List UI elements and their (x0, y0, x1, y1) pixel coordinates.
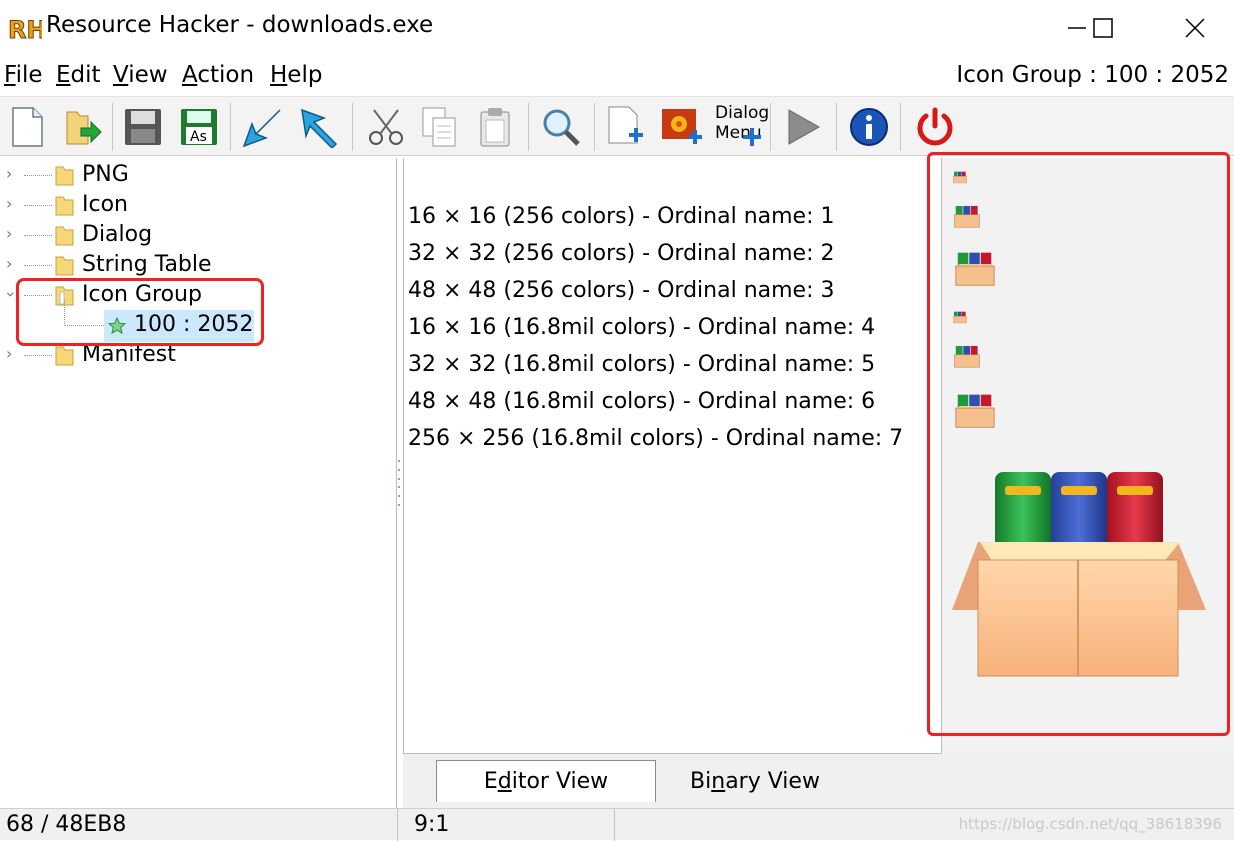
menu-view[interactable]: View (113, 62, 168, 88)
tree-highlight-annotation (16, 278, 264, 346)
folder-icon (55, 346, 74, 366)
play-icon (788, 109, 821, 145)
menu-action[interactable]: Action (182, 62, 254, 88)
editor-pane[interactable]: 16 × 16 (256 colors) - Ordinal name: 1 3… (403, 158, 941, 754)
copy-button[interactable] (414, 103, 464, 151)
status-bar: 68 / 48EB8 9:1 https://blog.csdn.net/qq_… (0, 808, 1234, 841)
paste-clipboard-icon (480, 108, 510, 147)
folder-icon (55, 196, 74, 216)
close-button[interactable] (1172, 8, 1218, 48)
cut-button[interactable] (362, 103, 412, 151)
menu-edit[interactable]: Edit (56, 62, 101, 88)
tree-item-label: Icon (82, 192, 128, 217)
arrow-down-left-icon (242, 109, 281, 148)
add-blank-resource-icon (608, 106, 643, 144)
chevron-right-icon[interactable]: › (6, 224, 12, 243)
run-button[interactable] (294, 103, 344, 151)
menu-file[interactable]: File (4, 62, 43, 88)
power-icon (917, 107, 953, 146)
about-button[interactable] (844, 103, 894, 151)
tree-item-label: PNG (82, 162, 129, 187)
info-icon (850, 108, 888, 146)
arrow-up-left-icon (301, 108, 338, 148)
chevron-right-icon[interactable]: › (6, 194, 12, 213)
save-as-button[interactable]: As (174, 103, 224, 151)
tab-binary-view[interactable]: Bi n ary View (665, 760, 845, 802)
menu-help[interactable]: Help (270, 62, 322, 88)
tree-item-dialog[interactable]: › Dialog (0, 220, 397, 250)
tree-item-label: Dialog (82, 222, 153, 247)
new-document-icon (12, 107, 43, 147)
save-button[interactable] (118, 103, 168, 151)
menu-bar: File Edit View Action Help Icon Group : … (0, 58, 1234, 96)
close-icon (1185, 18, 1205, 38)
editor-line: 48 × 48 (256 colors) - Ordinal name: 3 (408, 278, 835, 303)
maximize-icon (1093, 18, 1113, 38)
toolbar: As Dialog Menu (0, 96, 1234, 156)
open-button[interactable] (58, 103, 108, 151)
add-image-resource-button[interactable] (658, 103, 708, 151)
status-cursor: 9:1 (414, 812, 450, 837)
resource-hacker-logo-icon: RH (8, 16, 42, 43)
play-script-button[interactable] (778, 103, 828, 151)
editor-line: 16 × 16 (16.8mil colors) - Ordinal name:… (408, 315, 876, 340)
chevron-right-icon[interactable]: › (6, 344, 12, 363)
resource-tree: › PNG › Icon › Dialog › String Table › I… (0, 158, 397, 808)
status-position: 68 / 48EB8 (6, 812, 127, 837)
editor-line: 16 × 16 (256 colors) - Ordinal name: 1 (408, 204, 835, 229)
dialog-menu-icon: Dialog Menu (713, 104, 769, 150)
view-tabs: Ed itor View Bi n ary View (403, 754, 1234, 808)
paste-button[interactable] (470, 103, 520, 151)
editor-line: 256 × 256 (16.8mil colors) - Ordinal nam… (408, 426, 904, 451)
compile-button[interactable] (238, 103, 288, 151)
tree-item-icon[interactable]: › Icon (0, 190, 397, 220)
resource-path-label: Icon Group : 100 : 2052 (956, 62, 1229, 88)
chevron-right-icon[interactable]: › (6, 254, 12, 273)
svg-text:RH: RH (8, 16, 42, 42)
folder-icon (55, 256, 74, 276)
editor-line: 32 × 32 (256 colors) - Ordinal name: 2 (408, 241, 835, 266)
tab-editor-view[interactable]: Ed itor View (436, 760, 656, 802)
watermark-text: https://blog.csdn.net/qq_38618396 (958, 815, 1222, 833)
folder-icon (55, 166, 74, 186)
copy-icon (422, 107, 456, 147)
editor-line: 48 × 48 (16.8mil colors) - Ordinal name:… (408, 389, 876, 414)
new-button[interactable] (2, 103, 52, 151)
splitter-handle[interactable] (397, 460, 401, 506)
dialog-menu-button[interactable]: Dialog Menu (712, 103, 769, 151)
tree-item-png[interactable]: › PNG (0, 160, 397, 190)
svg-text:As: As (190, 129, 207, 145)
exit-button[interactable] (910, 103, 960, 151)
folder-icon (55, 226, 74, 246)
add-blank-resource-button[interactable] (602, 103, 652, 151)
save-as-icon: As (181, 109, 217, 145)
tree-item-label: String Table (82, 252, 212, 277)
magnifier-icon (543, 109, 580, 146)
editor-line: 32 × 32 (16.8mil colors) - Ordinal name:… (408, 352, 876, 377)
scissors-icon (369, 109, 403, 145)
save-disk-icon (125, 109, 161, 145)
title-bar: RH Resource Hacker - downloads.exe (0, 0, 1234, 56)
chevron-right-icon[interactable]: › (6, 164, 12, 183)
tree-item-string-table[interactable]: › String Table (0, 250, 397, 280)
find-button[interactable] (536, 103, 586, 151)
maximize-button[interactable] (1080, 8, 1126, 48)
window-title: Resource Hacker - downloads.exe (46, 12, 434, 38)
add-image-resource-icon (662, 109, 702, 144)
preview-highlight-annotation (927, 152, 1230, 736)
open-folder-icon (66, 111, 102, 145)
